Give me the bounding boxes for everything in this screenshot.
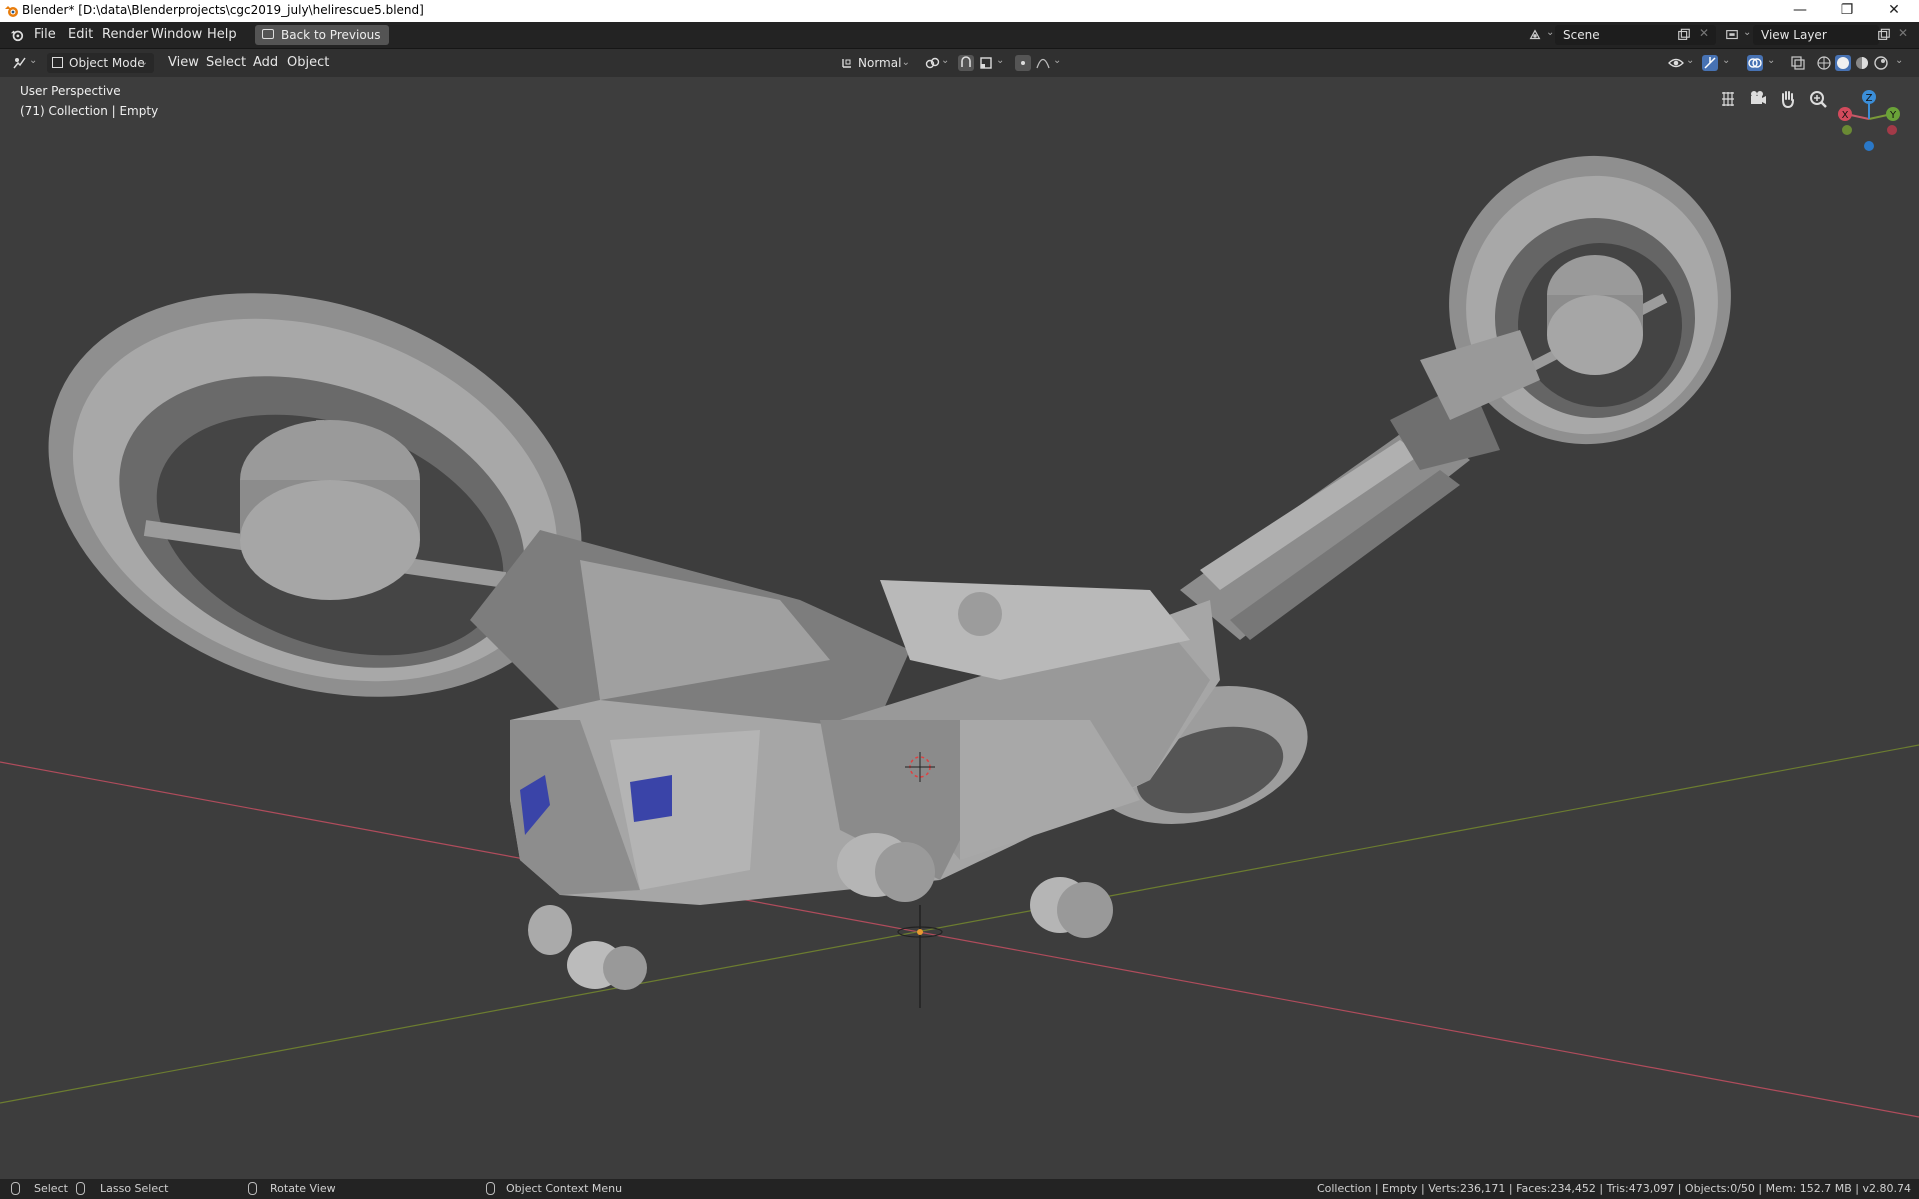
menu-object[interactable]: Object — [287, 55, 329, 70]
proportional-edit-icon[interactable] — [1015, 55, 1031, 71]
right-rotor-arm — [1180, 330, 1540, 640]
falloff-curve-icon[interactable] — [1035, 55, 1051, 71]
snap-toggle-icon[interactable] — [958, 55, 974, 71]
object-mode-dropdown[interactable]: Object Mode ⌄ — [47, 53, 154, 73]
viewport-header: ⌄ Object Mode ⌄ View Select Add Object N… — [0, 49, 1919, 77]
shading-chevron-icon[interactable]: ⌄ — [1895, 55, 1903, 66]
collection-label: (71) Collection | Empty — [20, 104, 159, 118]
scene-name: Scene — [1563, 28, 1600, 42]
blender-logo-icon — [5, 6, 18, 17]
scene-canvas[interactable] — [0, 77, 1919, 1179]
visibility-eye-icon[interactable] — [1668, 55, 1684, 71]
editor-type-chevron-icon[interactable]: ⌄ — [29, 55, 37, 66]
top-menu-bar: File Edit Render Window Help Back to Pre… — [0, 22, 1919, 49]
view-layer-name-field[interactable]: View Layer — [1753, 25, 1879, 45]
right-mouse-icon — [486, 1182, 495, 1195]
solid-shading-icon[interactable] — [1835, 55, 1851, 71]
blender-menu-icon[interactable] — [9, 28, 25, 42]
orientation-gizmo[interactable]: Z X Y — [1832, 86, 1912, 162]
remove-view-layer-icon[interactable]: ✕ — [1898, 26, 1908, 40]
menu-file[interactable]: File — [34, 27, 56, 42]
pan-hand-icon[interactable] — [1775, 86, 1801, 112]
window-title-bar: Blender* [D:\data\Blenderprojects\cgc201… — [0, 0, 1919, 22]
status-lasso: Lasso Select — [100, 1182, 169, 1195]
middle-mouse-icon — [248, 1182, 257, 1195]
menu-select[interactable]: Select — [206, 55, 246, 70]
blue-window-decal — [630, 775, 672, 822]
visibility-chevron-icon[interactable]: ⌄ — [1686, 55, 1694, 66]
perspective-label: User Perspective — [20, 84, 121, 98]
gizmo-z-label: Z — [1866, 93, 1873, 104]
status-rotate: Rotate View — [270, 1182, 336, 1195]
overlays-toggle-icon[interactable] — [1747, 55, 1763, 71]
close-window-button[interactable]: ✕ — [1871, 0, 1917, 22]
scene-icon[interactable] — [1527, 28, 1543, 42]
view-layer-icon[interactable] — [1724, 28, 1740, 42]
screen-back-icon — [262, 29, 274, 39]
lasso-mouse-icon — [76, 1182, 85, 1195]
view-layer-dropdown-chevron-icon[interactable]: ⌄ — [1743, 27, 1751, 38]
menu-help[interactable]: Help — [207, 27, 237, 42]
menu-render[interactable]: Render — [102, 27, 148, 42]
camera-view-icon[interactable] — [1745, 86, 1771, 112]
back-to-previous-label: Back to Previous — [281, 28, 381, 42]
left-mouse-icon — [11, 1182, 20, 1195]
gizmo-x-label: X — [1842, 110, 1849, 121]
orientation-axes-icon — [842, 59, 851, 68]
restore-button[interactable]: ❐ — [1824, 0, 1870, 22]
object-mode-label: Object Mode — [69, 56, 145, 70]
pivot-point-icon[interactable] — [924, 55, 940, 71]
gizmo-toggle-icon[interactable] — [1702, 55, 1718, 71]
3d-viewport[interactable]: User Perspective (71) Collection | Empty… — [0, 77, 1919, 1179]
object-mode-icon — [52, 57, 63, 68]
orientation-chevron-icon: ⌄ — [901, 57, 910, 68]
overlays-chevron-icon[interactable]: ⌄ — [1767, 55, 1775, 66]
scene-dropdown-chevron-icon[interactable]: ⌄ — [1546, 27, 1554, 38]
remove-scene-icon[interactable]: ✕ — [1699, 26, 1709, 40]
scene-statistics: Collection | Empty | Verts:236,171 | Fac… — [1316, 1182, 1911, 1195]
wireframe-shading-icon[interactable] — [1816, 55, 1832, 71]
rendered-shading-icon[interactable] — [1873, 55, 1889, 71]
new-scene-icon[interactable] — [1676, 28, 1692, 42]
menu-window[interactable]: Window — [151, 27, 202, 42]
snap-chevron-icon[interactable]: ⌄ — [996, 55, 1004, 66]
transform-orientation-dropdown[interactable]: Normal ⌄ — [836, 53, 912, 73]
gizmo-chevron-icon[interactable]: ⌄ — [1722, 55, 1730, 66]
status-bar: Select Lasso Select Rotate View Object C… — [0, 1179, 1919, 1199]
menu-view[interactable]: View — [168, 55, 199, 70]
back-to-previous-button[interactable]: Back to Previous — [255, 25, 389, 45]
status-context-menu: Object Context Menu — [506, 1182, 623, 1195]
xray-toggle-icon[interactable] — [1790, 55, 1806, 71]
falloff-chevron-icon[interactable]: ⌄ — [1053, 55, 1061, 66]
menu-edit[interactable]: Edit — [68, 27, 93, 42]
zoom-icon[interactable] — [1805, 86, 1831, 112]
orientation-label: Normal — [858, 56, 902, 70]
snap-element-icon[interactable] — [978, 55, 994, 71]
status-select: Select — [34, 1182, 68, 1195]
window-title: Blender* [D:\data\Blenderprojects\cgc201… — [22, 3, 424, 17]
view-layer-name: View Layer — [1761, 28, 1827, 42]
object-mode-chevron-icon: ⌄ — [139, 57, 148, 68]
menu-add[interactable]: Add — [253, 55, 278, 70]
pivot-chevron-icon[interactable]: ⌄ — [941, 55, 949, 66]
material-shading-icon[interactable] — [1854, 55, 1870, 71]
gizmo-y-label: Y — [1889, 110, 1897, 121]
editor-type-icon[interactable] — [12, 55, 28, 71]
minimize-button[interactable]: — — [1777, 0, 1823, 22]
grid-toggle-icon[interactable] — [1715, 86, 1741, 112]
new-view-layer-icon[interactable] — [1876, 28, 1892, 42]
